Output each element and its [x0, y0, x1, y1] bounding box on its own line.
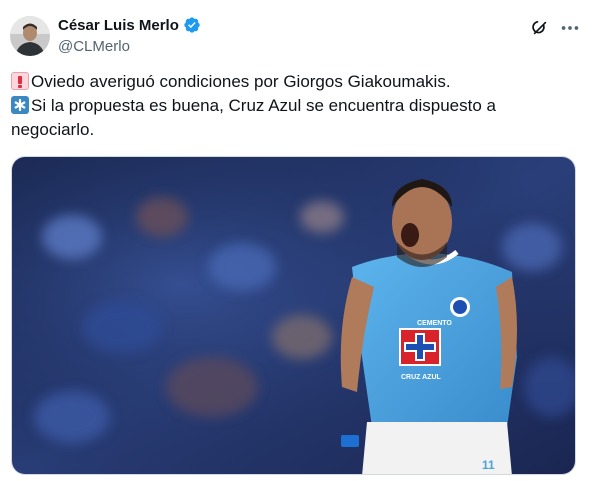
more-options-icon[interactable] [559, 17, 581, 39]
tweet-text: Oviedo averiguó condiciones por Giorgos … [11, 70, 581, 142]
asterisk-emoji [11, 96, 29, 114]
tweet-card[interactable]: César Luis Merlo @CLMerlo Oviedo averigu… [0, 0, 593, 481]
author-handle[interactable]: @CLMerlo [58, 38, 130, 55]
verified-badge-icon [184, 17, 200, 33]
grok-icon[interactable] [530, 18, 550, 38]
tweet-line-3: negociarlo. [11, 120, 95, 139]
police-light-emoji [11, 72, 29, 90]
shirt-number-text: 11 [482, 458, 495, 472]
jersey-club-text: CRUZ AZUL [401, 374, 442, 381]
tweet-photo[interactable]: CEMENTO CRUZ AZUL 11 [11, 156, 576, 475]
tweet-line-2-text: Si la propuesta es buena, Cruz Azul se e… [31, 96, 496, 115]
tweet-line-2: Si la propuesta es buena, Cruz Azul se e… [11, 94, 581, 118]
author-display-name[interactable]: César Luis Merlo [58, 17, 179, 34]
tweet-line-1-text: Oviedo averiguó condiciones por Giorgos … [31, 72, 451, 91]
avatar[interactable] [10, 16, 50, 56]
jersey-sponsor-text: CEMENTO [417, 320, 452, 327]
tweet-line-1: Oviedo averiguó condiciones por Giorgos … [11, 70, 581, 94]
